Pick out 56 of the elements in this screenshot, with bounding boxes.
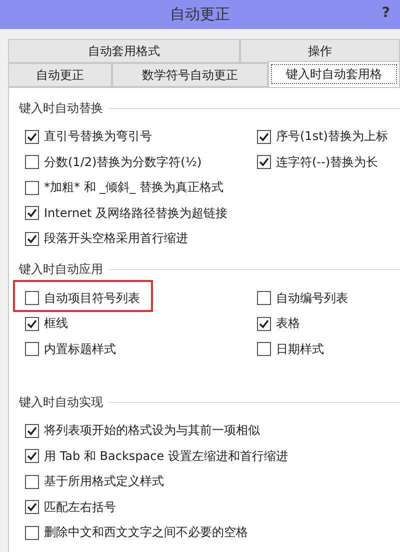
option-label: *加粗* 和 _倾斜_ 替换为真正格式 [44, 179, 224, 196]
check-icon [259, 318, 269, 329]
option-label: 序号(1st)替换为上标 [276, 128, 388, 146]
checkbox[interactable] [25, 500, 39, 514]
option-label: 基于所用格式定义样式 [44, 473, 164, 490]
check-icon [27, 132, 37, 142]
option-label: 框线 [44, 315, 68, 332]
section-title: 键入时自动实现 [19, 394, 103, 410]
checkbox[interactable] [25, 291, 39, 306]
section-title: 键入时自动替换 [19, 100, 103, 116]
checkbox[interactable] [257, 155, 271, 170]
tab[interactable]: 键入时自动套用格 [268, 61, 400, 87]
checkbox[interactable] [25, 232, 39, 246]
window-title: 自动更正 [170, 5, 230, 24]
option-label: Internet 及网络路径替换为超链接 [44, 204, 228, 222]
option-label: 内置标题样式 [44, 340, 116, 358]
check-icon [27, 451, 37, 462]
tab[interactable]: 自动更正 [8, 63, 112, 87]
checkbox[interactable] [25, 155, 39, 170]
option-label: 删除中文和西文文字之间不必要的空格 [44, 524, 248, 542]
option-label: 自动编号列表 [276, 290, 348, 307]
option-label: 自动项目符号列表 [44, 290, 140, 307]
checkbox[interactable] [25, 206, 39, 220]
checkbox[interactable] [257, 291, 271, 306]
tab[interactable]: 自动套用格式 [8, 39, 240, 63]
option-label: 匹配左右括号 [44, 498, 116, 516]
checkbox[interactable] [257, 130, 271, 144]
checkbox[interactable] [25, 130, 39, 144]
option-label: 表格 [276, 315, 300, 332]
check-icon [27, 502, 37, 512]
option-label: 段落开头空格采用首行缩进 [44, 230, 188, 248]
check-icon [27, 208, 37, 218]
checkbox[interactable] [25, 526, 39, 540]
tab[interactable]: 数学符号自动更正 [112, 63, 268, 87]
checkbox[interactable] [25, 449, 39, 464]
option-label: 日期样式 [276, 340, 324, 358]
checkbox[interactable] [25, 180, 39, 195]
checkbox[interactable] [25, 424, 39, 438]
checkbox[interactable] [257, 316, 271, 331]
option-label: 用 Tab 和 Backspace 设置左缩进和首行缩进 [44, 448, 288, 465]
option-label: 分数(1/2)替换为分数字符(½) [44, 154, 202, 171]
section-title: 键入时自动应用 [19, 261, 103, 278]
checkbox[interactable] [25, 316, 39, 331]
tab[interactable]: 操作 [240, 39, 400, 63]
check-icon [259, 157, 269, 168]
checkbox[interactable] [257, 342, 271, 356]
check-icon [27, 318, 37, 329]
option-label: 连字符(--)替换为长 [276, 154, 378, 171]
check-icon [27, 234, 37, 244]
option-label: 直引号替换为弯引号 [44, 128, 152, 146]
check-icon [27, 426, 37, 436]
checkbox[interactable] [25, 474, 39, 489]
option-label: 将列表项开始的格式设为与其前一项相似 [44, 422, 260, 440]
check-icon [259, 132, 269, 142]
help-button[interactable]: ? [382, 5, 390, 21]
checkbox[interactable] [25, 342, 39, 356]
